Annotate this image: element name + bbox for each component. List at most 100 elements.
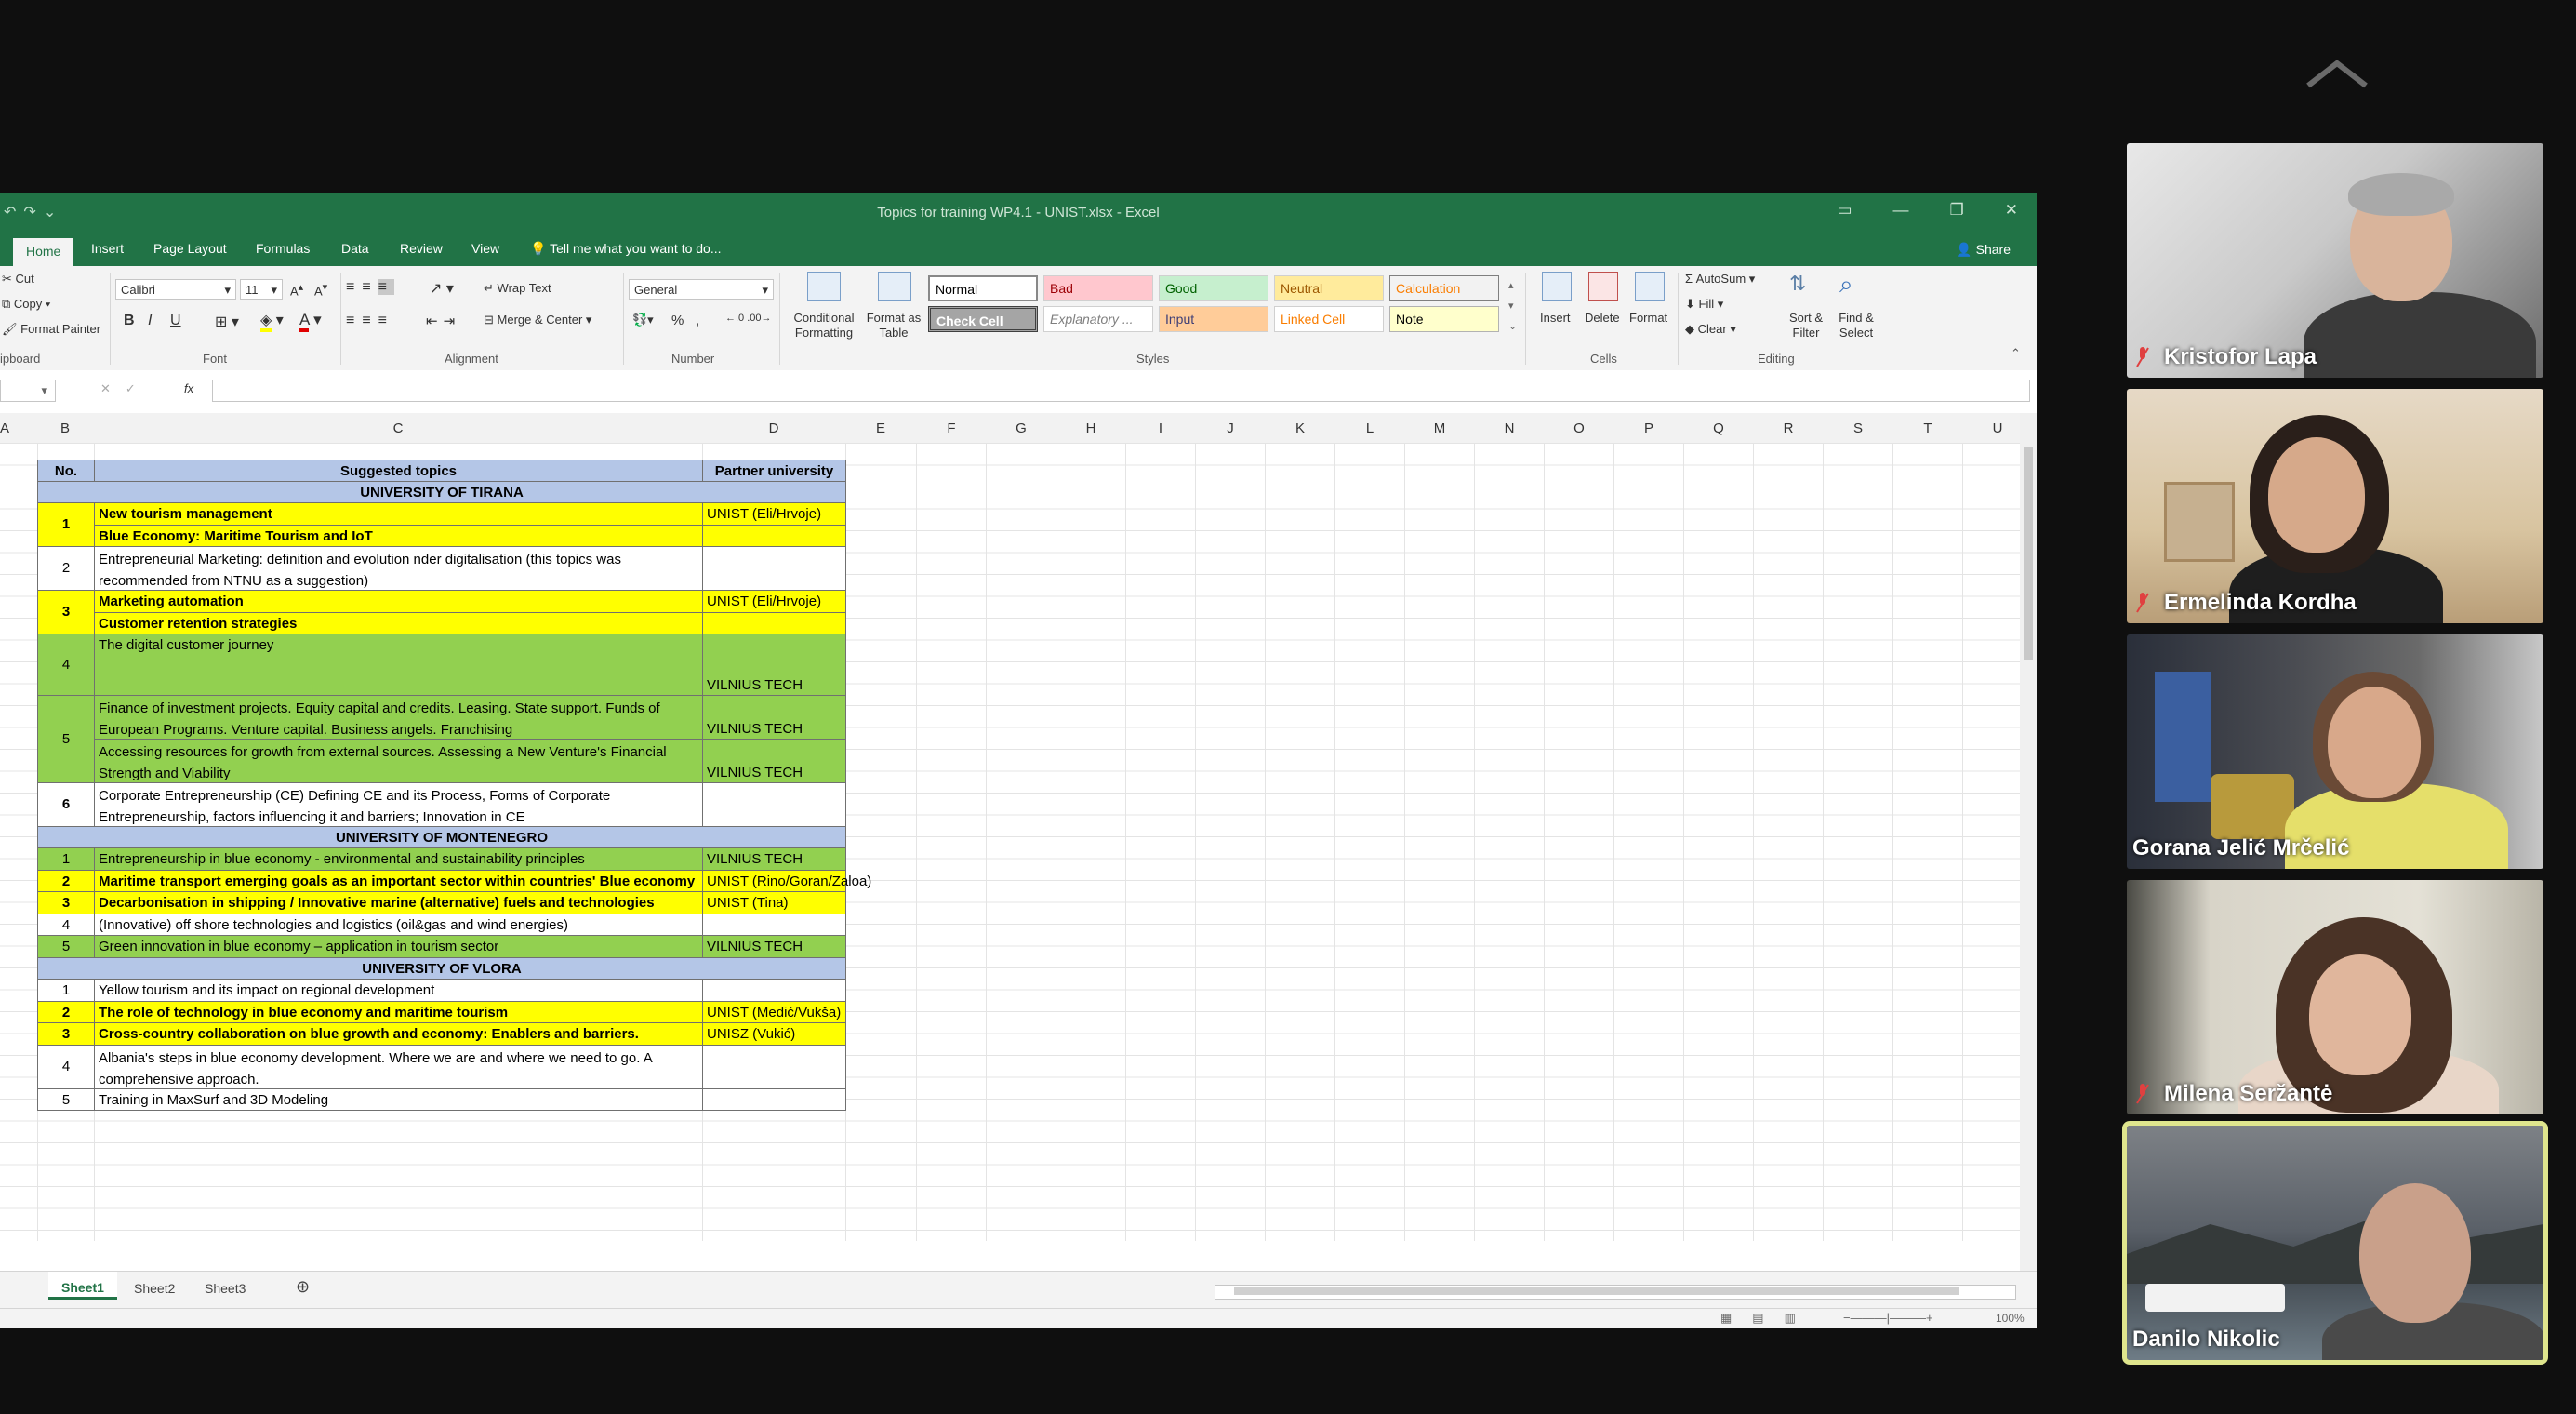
share-button[interactable]: 👤 Share bbox=[1956, 242, 2011, 258]
partner-cell[interactable] bbox=[702, 546, 846, 591]
worksheet-grid[interactable]: No. Suggested topics Partner university … bbox=[0, 443, 2020, 1241]
bold-button[interactable]: B bbox=[124, 313, 135, 329]
zoom-level[interactable]: 100% bbox=[1996, 1312, 2025, 1325]
horizontal-scrollbar[interactable] bbox=[1215, 1285, 2016, 1300]
row-number[interactable]: 1 bbox=[37, 847, 95, 871]
participant-tile[interactable]: Gorana Jelić Mrčelić bbox=[2127, 634, 2543, 869]
style-bad[interactable]: Bad bbox=[1043, 275, 1153, 301]
row-number[interactable]: 6 bbox=[37, 782, 95, 827]
tab-page-layout[interactable]: Page Layout bbox=[153, 241, 227, 256]
header-no[interactable]: No. bbox=[37, 460, 95, 482]
style-good[interactable]: Good bbox=[1159, 275, 1268, 301]
partner-cell[interactable]: UNIST (Rino/Goran/Zaloa) bbox=[702, 869, 871, 892]
column-header-m[interactable]: M bbox=[1405, 420, 1474, 436]
column-header-t[interactable]: T bbox=[1893, 420, 1962, 436]
style-check-cell[interactable]: Check Cell bbox=[928, 306, 1038, 332]
styles-scroll-icon[interactable]: ▴ ▾ ⌄ bbox=[1508, 275, 1517, 337]
formula-input[interactable] bbox=[212, 380, 2030, 402]
topic-cell[interactable]: Training in MaxSurf and 3D Modeling bbox=[94, 1087, 703, 1111]
font-name-select[interactable]: Calibri ▾ bbox=[115, 279, 236, 300]
partner-cell[interactable] bbox=[702, 782, 846, 827]
style-normal[interactable]: Normal bbox=[928, 275, 1038, 301]
topic-cell[interactable]: Albania's steps in blue economy developm… bbox=[94, 1044, 703, 1089]
column-header-p[interactable]: P bbox=[1614, 420, 1683, 436]
partner-cell[interactable] bbox=[702, 913, 846, 936]
style-calculation[interactable]: Calculation bbox=[1389, 275, 1499, 301]
sort-filter-button[interactable]: Sort & Filter bbox=[1784, 311, 1828, 340]
row-number[interactable]: 2 bbox=[37, 869, 95, 892]
topic-cell[interactable]: Entrepreneurial Marketing: definition an… bbox=[94, 546, 703, 591]
wrap-text-button[interactable]: ↵ Wrap Text bbox=[484, 281, 551, 296]
topic-cell[interactable]: Blue Economy: Maritime Tourism and IoT bbox=[94, 525, 703, 547]
section-vlora[interactable]: UNIVERSITY OF VLORA bbox=[37, 957, 846, 980]
column-header-q[interactable]: Q bbox=[1684, 420, 1753, 436]
participant-tile[interactable]: Kristofor Lapa bbox=[2127, 143, 2543, 378]
clear-button[interactable]: ◆ Clear ▾ bbox=[1685, 322, 1736, 337]
row-number[interactable]: 1 bbox=[37, 502, 95, 547]
topic-cell[interactable]: Green innovation in blue economy – appli… bbox=[94, 935, 703, 958]
format-as-table-button[interactable]: Format as Table bbox=[861, 311, 926, 340]
partner-cell[interactable] bbox=[702, 1087, 846, 1111]
vertical-align-icons[interactable]: ≡≡≡ bbox=[346, 279, 395, 296]
header-partner[interactable]: Partner university bbox=[702, 460, 846, 482]
style-neutral[interactable]: Neutral bbox=[1274, 275, 1384, 301]
function-icon[interactable]: fx bbox=[184, 381, 193, 395]
topic-cell[interactable]: Corporate Entrepreneurship (CE) Defining… bbox=[94, 782, 703, 827]
format-cells-button[interactable]: Format bbox=[1629, 311, 1667, 325]
partner-cell[interactable]: VILNIUS TECH bbox=[702, 935, 846, 958]
tab-formulas[interactable]: Formulas bbox=[256, 241, 310, 256]
currency-icon[interactable]: 💱▾ bbox=[632, 313, 654, 327]
partner-cell[interactable]: UNIST (Eli/Hrvoje) bbox=[702, 502, 846, 526]
borders-icon[interactable]: ⊞ ▾ bbox=[215, 313, 239, 331]
sheet-tab-2[interactable]: Sheet2 bbox=[134, 1281, 175, 1296]
style-explanatory[interactable]: Explanatory ... bbox=[1043, 306, 1153, 332]
add-sheet-icon[interactable]: ⊕ bbox=[296, 1277, 310, 1297]
autosum-button[interactable]: Σ AutoSum ▾ bbox=[1685, 272, 1755, 287]
row-number[interactable]: 4 bbox=[37, 913, 95, 936]
column-header-l[interactable]: L bbox=[1335, 420, 1404, 436]
view-mode-icons[interactable]: ▦▤▥ bbox=[1720, 1311, 1816, 1326]
header-topics[interactable]: Suggested topics bbox=[94, 460, 703, 482]
underline-button[interactable]: U bbox=[170, 313, 181, 329]
formula-cancel-confirm-icons[interactable]: ✕✓ bbox=[100, 381, 151, 396]
minimize-icon[interactable]: — bbox=[1893, 201, 1909, 219]
row-number[interactable]: 5 bbox=[37, 1087, 95, 1111]
row-number[interactable]: 2 bbox=[37, 546, 95, 591]
partner-cell[interactable] bbox=[702, 612, 846, 634]
vertical-scrollbar[interactable] bbox=[2020, 413, 2037, 1271]
font-color-icon[interactable]: A ▾ bbox=[299, 311, 322, 332]
row-number[interactable]: 5 bbox=[37, 935, 95, 958]
style-input[interactable]: Input bbox=[1159, 306, 1268, 332]
topic-cell[interactable]: Maritime transport emerging goals as an … bbox=[94, 869, 703, 892]
participant-tile[interactable]: Milena Seržantė bbox=[2127, 880, 2543, 1114]
column-header-o[interactable]: O bbox=[1545, 420, 1613, 436]
collapse-ribbon-icon[interactable]: ⌃ bbox=[2011, 346, 2021, 361]
row-number[interactable]: 3 bbox=[37, 590, 95, 634]
find-select-button[interactable]: Find & Select bbox=[1832, 311, 1880, 340]
name-box[interactable]: ▾ bbox=[0, 380, 56, 402]
row-number[interactable]: 3 bbox=[37, 891, 95, 914]
topic-cell[interactable]: Yellow tourism and its impact on regiona… bbox=[94, 979, 703, 1002]
orientation-icon[interactable]: ↗ ▾ bbox=[430, 279, 454, 298]
row-number[interactable]: 2 bbox=[37, 1000, 95, 1023]
percent-button[interactable]: % bbox=[671, 313, 684, 328]
partner-cell[interactable]: VILNIUS TECH bbox=[702, 695, 846, 740]
column-header-n[interactable]: N bbox=[1475, 420, 1544, 436]
topic-cell[interactable]: Entrepreneurship in blue economy - envir… bbox=[94, 847, 703, 871]
topic-cell[interactable]: New tourism management bbox=[94, 502, 703, 526]
partner-cell[interactable]: UNIST (Tina) bbox=[702, 891, 846, 914]
partner-cell[interactable] bbox=[702, 979, 846, 1002]
sheet-tab-3[interactable]: Sheet3 bbox=[205, 1281, 246, 1296]
partner-cell[interactable]: VILNIUS TECH bbox=[702, 634, 846, 696]
participant-tile-active-speaker[interactable]: Danilo Nikolic bbox=[2122, 1121, 2548, 1365]
column-header-g[interactable]: G bbox=[987, 420, 1056, 436]
row-number[interactable]: 5 bbox=[37, 695, 95, 783]
partner-cell[interactable]: VILNIUS TECH bbox=[702, 739, 846, 783]
topic-cell[interactable]: Decarbonisation in shipping / Innovative… bbox=[94, 891, 703, 914]
zoom-slider[interactable]: −———|———+ bbox=[1843, 1311, 1933, 1325]
column-header-j[interactable]: J bbox=[1196, 420, 1265, 436]
close-icon[interactable]: ✕ bbox=[2005, 201, 2018, 219]
number-format-select[interactable]: General ▾ bbox=[629, 279, 774, 300]
horizontal-align-icons[interactable]: ≡≡≡ bbox=[346, 313, 394, 329]
section-montenegro[interactable]: UNIVERSITY OF MONTENEGRO bbox=[37, 826, 846, 848]
